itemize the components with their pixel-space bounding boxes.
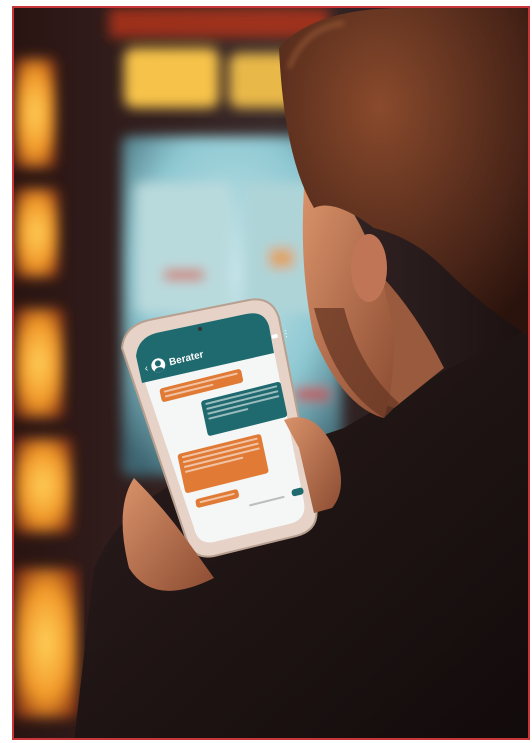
send-button[interactable] bbox=[291, 487, 305, 497]
avatar-icon[interactable] bbox=[150, 356, 167, 374]
man-ear bbox=[351, 234, 387, 302]
video-camera-icon[interactable] bbox=[271, 333, 279, 339]
front-camera bbox=[198, 327, 202, 331]
chat-title: Berater bbox=[168, 348, 205, 368]
photo-frame: ‹ Berater ⋮ bbox=[12, 6, 530, 740]
message-bubble-incoming-3 bbox=[194, 488, 240, 509]
header-icons: ⋮ bbox=[271, 327, 291, 341]
message-input[interactable] bbox=[249, 495, 285, 507]
more-vertical-icon[interactable]: ⋮ bbox=[280, 327, 291, 339]
message-bubble-incoming-2 bbox=[177, 433, 269, 494]
